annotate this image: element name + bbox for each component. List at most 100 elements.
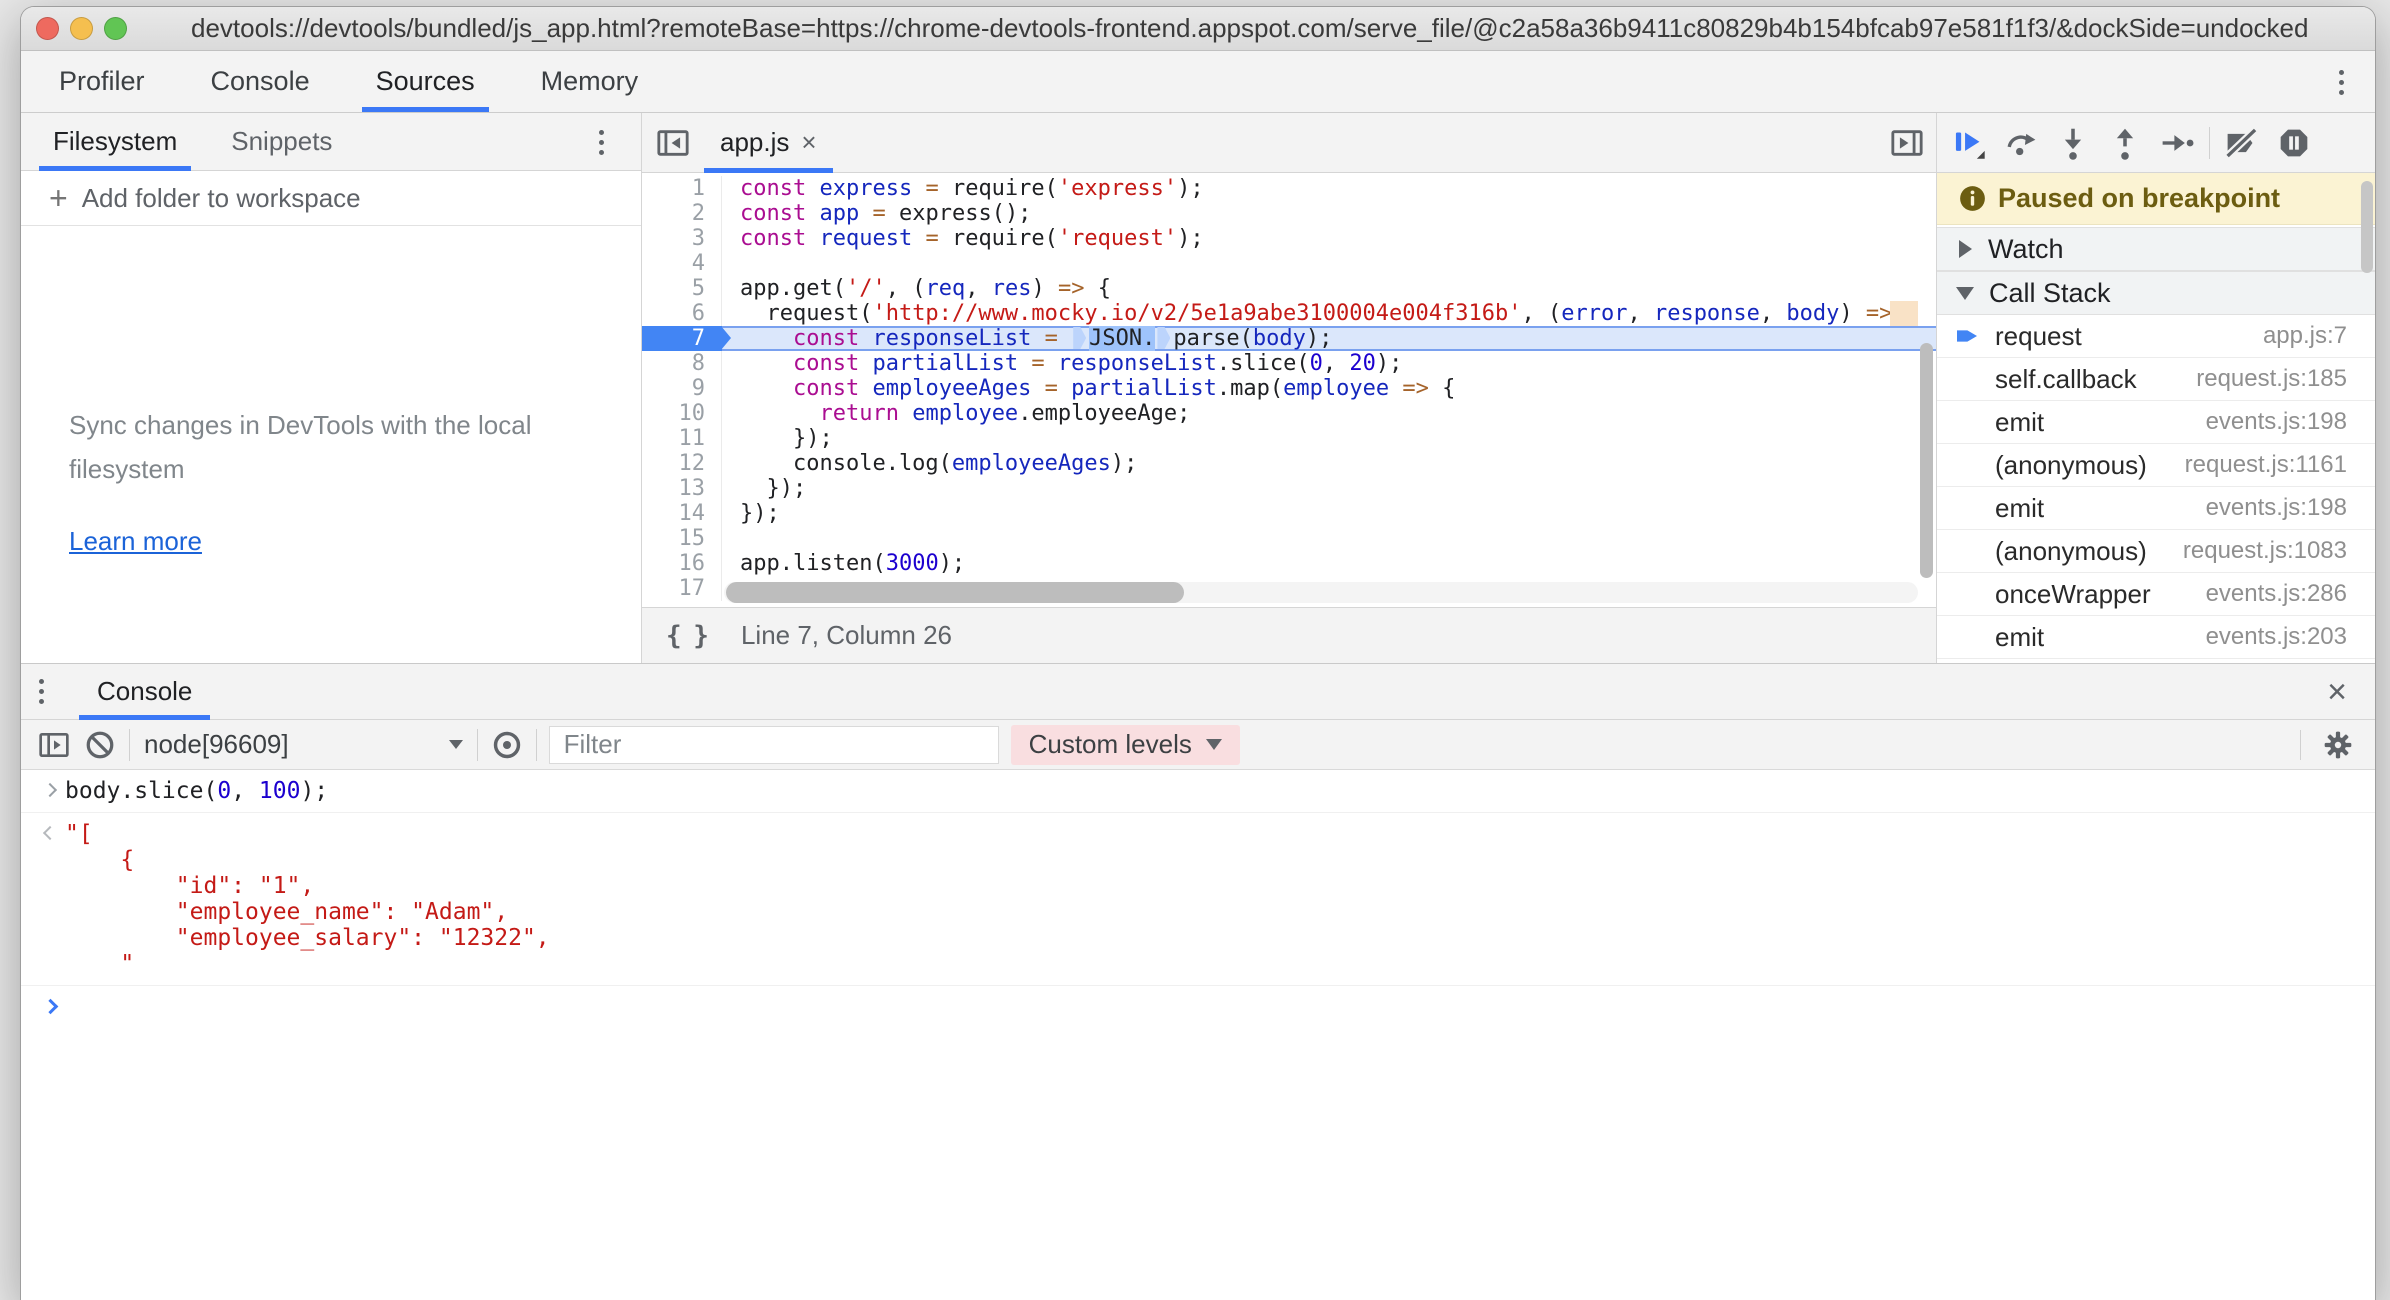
line-number-11[interactable]: 11 <box>642 426 722 451</box>
code-line-content[interactable] <box>722 251 1936 276</box>
main-tab-sources[interactable]: Sources <box>364 51 487 112</box>
call-stack-frame[interactable]: requestapp.js:7 <box>1937 315 2376 358</box>
code-line-content[interactable]: const request = require('request'); <box>722 226 1936 251</box>
frame-location[interactable]: events.js:203 <box>2206 623 2347 651</box>
frame-location[interactable]: app.js:7 <box>2263 322 2347 350</box>
frame-location[interactable]: events.js:198 <box>2206 408 2347 436</box>
line-number-7[interactable]: 7 <box>642 326 722 351</box>
line-number-9[interactable]: 9 <box>642 376 722 401</box>
frame-location[interactable]: request.js:1161 <box>2185 451 2347 479</box>
learn-more-link[interactable]: Learn more <box>69 519 202 563</box>
code-line-content[interactable]: const employeeAges = partialList.map(emp… <box>722 376 1936 401</box>
inline-breakpoint-marker-icon[interactable] <box>1157 327 1170 349</box>
custom-levels-dropdown[interactable]: Custom levels <box>1011 725 1240 765</box>
line-number-4[interactable]: 4 <box>642 251 722 276</box>
console-filter-input[interactable] <box>549 726 999 764</box>
code-line-content[interactable]: console.log(employeeAges); <box>722 451 1936 476</box>
code-line-content[interactable]: return employee.employeeAge; <box>722 401 1936 426</box>
close-window-button[interactable] <box>36 17 59 40</box>
main-tab-profiler[interactable]: Profiler <box>47 51 157 112</box>
main-tab-console[interactable]: Console <box>199 51 322 112</box>
call-stack-frame[interactable]: (anonymous)request.js:1083 <box>1937 530 2376 573</box>
call-stack-frame[interactable]: emitevents.js:198 <box>1937 487 2376 530</box>
code-editor[interactable]: 1const express = require('express');2con… <box>642 173 1936 611</box>
tab-close-icon[interactable]: × <box>801 127 816 158</box>
code-token: const <box>740 176 806 201</box>
main-menu-button[interactable] <box>2323 64 2359 100</box>
code-token <box>806 201 819 226</box>
code-line-content[interactable]: }); <box>722 501 1936 526</box>
call-stack-frame[interactable]: onceWrapperevents.js:286 <box>1937 573 2376 616</box>
line-number-5[interactable]: 5 <box>642 276 722 301</box>
line-number-1[interactable]: 1 <box>642 176 722 201</box>
console-sidebar-button[interactable] <box>31 725 77 765</box>
line-number-13[interactable]: 13 <box>642 476 722 501</box>
line-number-3[interactable]: 3 <box>642 226 722 251</box>
console-settings-button[interactable] <box>2315 725 2361 765</box>
console-prompt[interactable] <box>21 986 2375 1020</box>
frame-location[interactable]: request.js:185 <box>2196 365 2347 393</box>
code-line-content[interactable]: const responseList = JSON.parse(body); <box>722 326 1936 351</box>
minimize-window-button[interactable] <box>70 17 93 40</box>
main-tab-memory[interactable]: Memory <box>529 51 651 112</box>
execution-context-selector[interactable]: node[96609] <box>144 729 463 760</box>
zoom-window-button[interactable] <box>104 17 127 40</box>
pause-on-exceptions-button[interactable] <box>2268 119 2320 167</box>
frame-location[interactable]: events.js:198 <box>2206 494 2347 522</box>
chevron-right-icon <box>1959 240 1972 258</box>
pretty-print-icon[interactable]: { } <box>666 621 707 651</box>
navigator-tab-snippets[interactable]: Snippets <box>217 113 346 170</box>
line-number-12[interactable]: 12 <box>642 451 722 476</box>
show-navigator-button[interactable] <box>652 122 694 164</box>
line-number-16[interactable]: 16 <box>642 551 722 576</box>
code-line-content[interactable]: const express = require('express'); <box>722 176 1936 201</box>
inline-breakpoint-marker-icon[interactable] <box>1073 327 1086 349</box>
file-tab-appjs[interactable]: app.js × <box>704 113 833 172</box>
sidebar-scrollbar[interactable] <box>2361 181 2373 273</box>
step-over-button[interactable] <box>1995 119 2047 167</box>
navigator-menu-button[interactable] <box>583 124 619 160</box>
call-stack-frame[interactable]: emitevents.js:203 <box>1937 616 2376 659</box>
frame-location[interactable]: request.js:1083 <box>2183 537 2347 565</box>
console-menu-button[interactable] <box>21 664 61 719</box>
show-debugger-sidebar-button[interactable] <box>1886 122 1928 164</box>
call-stack-frame[interactable]: self.callbackrequest.js:185 <box>1937 358 2376 401</box>
line-number-6[interactable]: 6 <box>642 301 722 326</box>
code-line-content[interactable]: }); <box>722 476 1936 501</box>
resume-button[interactable] <box>1943 119 1995 167</box>
code-line-content[interactable]: const partialList = responseList.slice(0… <box>722 351 1936 376</box>
code-line-content[interactable]: }); <box>722 426 1936 451</box>
line-number-8[interactable]: 8 <box>642 351 722 376</box>
deactivate-breakpoints-button[interactable] <box>2216 119 2268 167</box>
add-folder-button[interactable]: + Add folder to workspace <box>21 171 641 226</box>
console-tab[interactable]: Console <box>79 664 210 719</box>
code-token: ); <box>1306 326 1333 351</box>
step-button[interactable] <box>2151 119 2203 167</box>
line-number-10[interactable]: 10 <box>642 401 722 426</box>
clear-console-button[interactable] <box>77 725 123 765</box>
call-stack-frame[interactable]: (anonymous)request.js:1161 <box>1937 444 2376 487</box>
navigator-tab-filesystem[interactable]: Filesystem <box>39 113 191 170</box>
editor-horizontal-scrollbar-thumb[interactable] <box>726 582 1184 603</box>
code-line-content[interactable]: const app = express(); <box>722 201 1936 226</box>
watch-section-header[interactable]: Watch <box>1937 227 2376 271</box>
call-stack-frame[interactable]: emitevents.js:198 <box>1937 401 2376 444</box>
line-number-2[interactable]: 2 <box>642 201 722 226</box>
live-expression-button[interactable] <box>484 725 530 765</box>
code-line-content[interactable]: app.get('/', (req, res) => { <box>722 276 1936 301</box>
frame-location[interactable]: events.js:286 <box>2206 580 2347 608</box>
line-number-17[interactable]: 17 <box>642 576 722 601</box>
console-result-row[interactable]: "[ { "id": "1", "employee_name": "Adam",… <box>21 813 2375 986</box>
line-number-14[interactable]: 14 <box>642 501 722 526</box>
editor-vertical-scrollbar[interactable] <box>1920 343 1933 578</box>
code-line-content[interactable]: request('http://www.mocky.io/v2/5e1a9abe… <box>722 301 1936 326</box>
console-close-button[interactable]: × <box>2317 672 2357 712</box>
line-number-15[interactable]: 15 <box>642 526 722 551</box>
step-out-button[interactable] <box>2099 119 2151 167</box>
step-into-button[interactable] <box>2047 119 2099 167</box>
code-line-content[interactable]: app.listen(3000); <box>722 551 1936 576</box>
call-stack-section-header[interactable]: Call Stack <box>1937 271 2376 315</box>
console-input-row[interactable]: body.slice(0, 100); <box>21 770 2375 813</box>
editor-horizontal-scrollbar-track[interactable] <box>724 582 1918 603</box>
code-line-content[interactable] <box>722 526 1936 551</box>
